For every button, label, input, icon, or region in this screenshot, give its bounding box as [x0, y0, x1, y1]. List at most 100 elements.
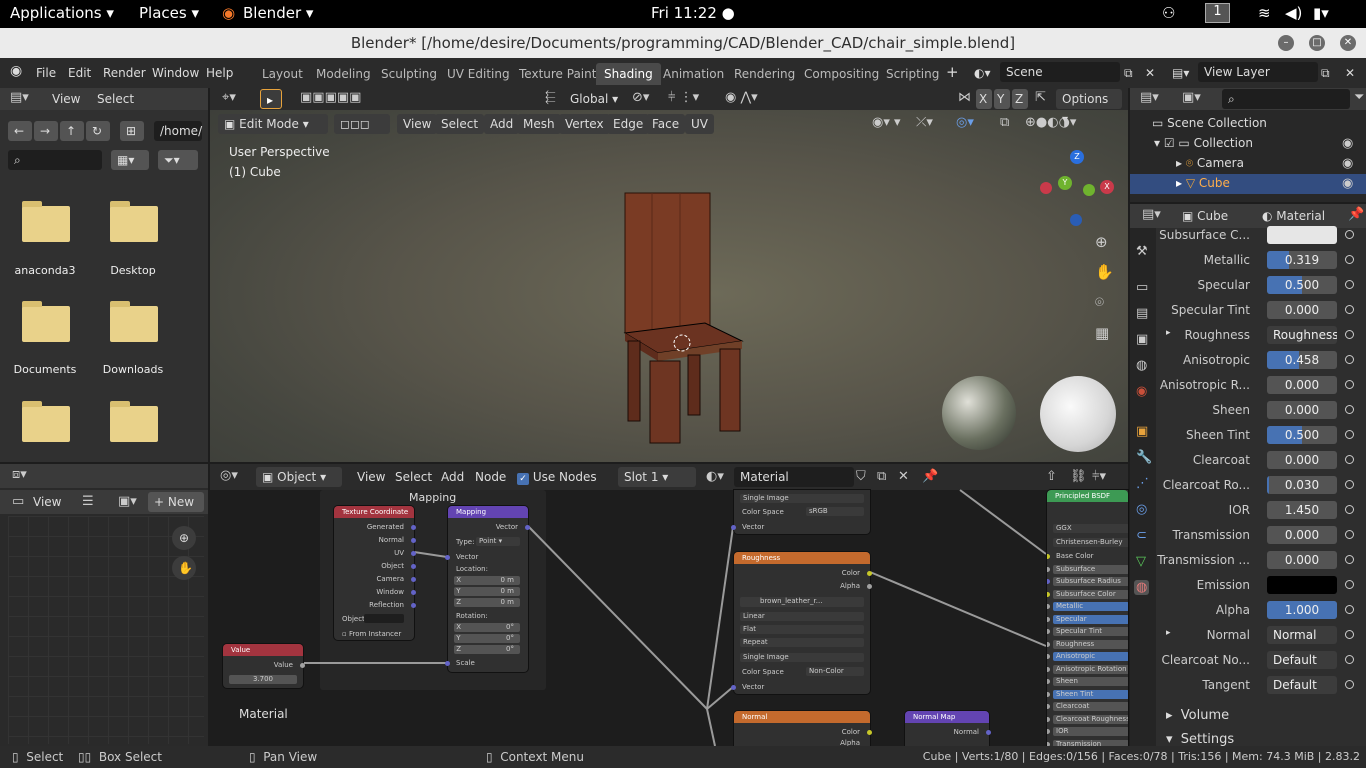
output-tab-icon[interactable]: ▤: [1136, 306, 1148, 321]
navigation-gizmo[interactable]: Z X Y: [1038, 148, 1118, 228]
view-icon[interactable]: ▭: [12, 494, 24, 509]
editor-type-icon[interactable]: ▤▾: [1142, 207, 1161, 222]
keyframe-dot-icon[interactable]: [1345, 355, 1354, 364]
socket[interactable]: [1047, 729, 1050, 734]
add-workspace-icon[interactable]: +: [946, 63, 959, 81]
menu-face[interactable]: Face: [646, 114, 686, 134]
slider-field[interactable]: 0.500: [1267, 426, 1337, 444]
slider-field[interactable]: 0.030: [1267, 476, 1337, 494]
scene-tab-icon[interactable]: ◍: [1136, 358, 1147, 373]
view-menu[interactable]: View: [33, 495, 61, 509]
object-field[interactable]: [364, 614, 404, 623]
linked-input[interactable]: Roughness: [1267, 326, 1337, 344]
folder-icon[interactable]: [110, 201, 158, 242]
editor-type-icon[interactable]: ⧈▾: [12, 467, 27, 482]
folder-label[interactable]: Documents: [0, 363, 90, 376]
color-swatch[interactable]: [1267, 226, 1337, 244]
menu-help[interactable]: Help: [206, 66, 233, 80]
projection-select[interactable]: Flat: [740, 625, 864, 634]
socket[interactable]: [1047, 616, 1050, 622]
menu-add[interactable]: Add: [484, 114, 520, 134]
clock[interactable]: Fri 11:22 ●: [651, 4, 735, 22]
slider-field[interactable]: 0.000: [1267, 526, 1337, 544]
socket[interactable]: [411, 551, 416, 556]
delete-view-layer-icon[interactable]: ✕: [1345, 66, 1355, 80]
socket[interactable]: [445, 555, 450, 560]
socket[interactable]: [1047, 629, 1050, 634]
node-editor[interactable]: ◎▾ ▣ Object ▾ View Select Add Node ✓ Use…: [210, 464, 1128, 747]
value-node[interactable]: Value Value 3.700: [223, 644, 305, 688]
chair-mesh[interactable]: [610, 183, 760, 448]
mirror-x-button[interactable]: X: [976, 89, 992, 109]
texture-coordinate-node[interactable]: Texture Coordinate Generated Normal UV O…: [334, 506, 416, 640]
tab-compositing[interactable]: Compositing: [796, 63, 887, 85]
volume-icon[interactable]: ◀): [1285, 4, 1302, 22]
delete-scene-icon[interactable]: ✕: [1145, 66, 1155, 80]
zoom-icon[interactable]: ⊕: [1095, 233, 1108, 251]
mirror-icon[interactable]: ⋈: [958, 90, 971, 105]
source-select[interactable]: Single Image: [740, 653, 864, 662]
keyframe-dot-icon[interactable]: [1345, 580, 1354, 589]
socket[interactable]: [300, 663, 305, 668]
bsdf-input[interactable]: Subsurface Color: [1053, 589, 1128, 599]
hand-pan-icon[interactable]: ✋: [172, 556, 196, 580]
linked-input[interactable]: Normal Map: [1267, 626, 1337, 644]
ortho-grid-icon[interactable]: ▦: [1095, 324, 1109, 342]
mapping-node[interactable]: Mapping Vector Type: Point ▾ Vector Loca…: [445, 506, 530, 672]
value-field[interactable]: 3.700: [229, 675, 297, 684]
bsdf-input[interactable]: Clearcoat: [1053, 702, 1128, 711]
keyframe-dot-icon[interactable]: [1345, 680, 1354, 689]
bsdf-input[interactable]: Subsurface Radius: [1053, 577, 1128, 586]
socket[interactable]: [411, 525, 416, 530]
keyframe-dot-icon[interactable]: [1345, 330, 1354, 339]
menu-edit[interactable]: Edit: [68, 66, 91, 80]
keyframe-dot-icon[interactable]: [1345, 480, 1354, 489]
rot-x-field[interactable]: X 0°: [454, 623, 520, 632]
bsdf-input[interactable]: Roughness: [1053, 639, 1128, 649]
slider-field[interactable]: 0.000: [1267, 301, 1337, 319]
visibility-icon[interactable]: ◉▾ ▾: [872, 115, 901, 130]
settings-section[interactable]: ▾ Settings: [1166, 732, 1234, 747]
folder-icon[interactable]: [22, 301, 70, 342]
minimize-icon[interactable]: –: [1278, 35, 1294, 51]
tab-sculpting[interactable]: Sculpting: [373, 63, 445, 85]
socket[interactable]: [411, 538, 416, 543]
menu-edge[interactable]: Edge: [607, 114, 650, 134]
zoom-icon[interactable]: ⊕: [172, 526, 196, 550]
socket[interactable]: [1047, 554, 1050, 559]
music-folder-icon[interactable]: [22, 401, 70, 442]
folder-icon[interactable]: [110, 301, 158, 342]
projection-select[interactable]: Single Image: [740, 494, 864, 503]
socket[interactable]: [867, 571, 872, 576]
color-space-select[interactable]: sRGB: [806, 507, 864, 516]
object-tab-icon[interactable]: ▣: [1136, 424, 1148, 439]
gizmo-y[interactable]: Y: [1058, 176, 1072, 190]
folder-icon[interactable]: [22, 201, 70, 242]
new-scene-icon[interactable]: ⧉: [1124, 66, 1133, 81]
gizmo-neg-z[interactable]: [1070, 214, 1082, 226]
bsdf-input[interactable]: Christensen-Burley: [1053, 538, 1128, 547]
keyframe-dot-icon[interactable]: [1345, 555, 1354, 564]
outliner-scene-collection[interactable]: ▭ Scene Collection: [1152, 116, 1267, 130]
workspace-indicator[interactable]: 1: [1205, 3, 1230, 23]
bsdf-input[interactable]: Clearcoat Roughness: [1053, 714, 1128, 724]
folder-label[interactable]: Desktop: [88, 264, 178, 277]
keyframe-dot-icon[interactable]: [1345, 530, 1354, 539]
view-menu[interactable]: View: [52, 92, 80, 106]
battery-icon[interactable]: ▮▾: [1313, 4, 1329, 22]
menu-file[interactable]: File: [36, 66, 56, 80]
slider-field[interactable]: 0.458: [1267, 351, 1337, 369]
parent-dir-icon[interactable]: ↑: [60, 121, 84, 141]
back-icon[interactable]: ←: [8, 121, 32, 141]
options-dropdown[interactable]: Options ▾: [1056, 89, 1122, 126]
slider-field[interactable]: 0.000: [1267, 451, 1337, 469]
view-layer-field[interactable]: View Layer: [1198, 62, 1318, 82]
image-select[interactable]: brown_leather_r...: [740, 597, 864, 607]
outliner-collection[interactable]: ▾ ☑ ▭ Collection: [1154, 136, 1253, 150]
bsdf-input[interactable]: Specular Tint: [1053, 627, 1128, 636]
new-image-button[interactable]: + New: [148, 492, 204, 512]
particles-tab-icon[interactable]: ⋰: [1136, 476, 1149, 491]
folder-label[interactable]: anaconda3: [0, 264, 90, 277]
bsdf-input[interactable]: GGX: [1053, 524, 1128, 533]
socket[interactable]: [1047, 704, 1050, 709]
